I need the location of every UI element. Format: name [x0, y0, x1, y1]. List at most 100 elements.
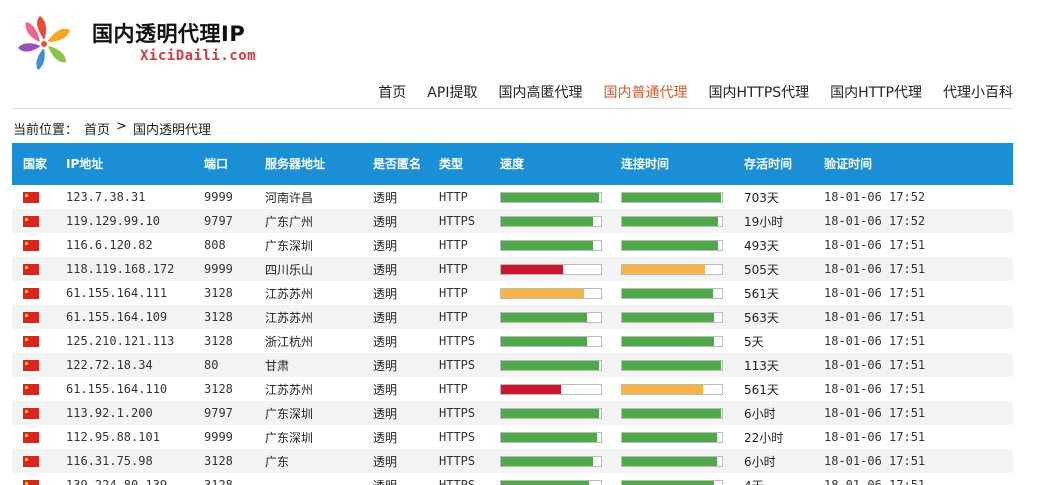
breadcrumb-home[interactable]: 首页 [84, 119, 110, 138]
china-flag-icon [23, 216, 39, 227]
location-cell[interactable]: 浙江杭州 [253, 329, 361, 353]
location-cell[interactable]: 广东深圳 [253, 401, 361, 425]
location-cell[interactable] [253, 473, 361, 485]
table-row[interactable]: 112.95.88.101 9999 广东深圳 透明 HTTPS 22小时 18-01-06… [12, 425, 1013, 449]
speed-cell [488, 353, 609, 377]
location-cell[interactable]: 广东深圳 [253, 233, 361, 257]
ip-cell[interactable]: 125.210.121.113 [54, 329, 192, 353]
header-port: 端口 [204, 156, 229, 171]
country-cell [12, 305, 54, 329]
connect-bar [621, 455, 723, 467]
table-row[interactable]: 139.224.80.139 3128 透明 HTTPS 4天 18-01-06 17:5… [12, 473, 1013, 485]
ip-cell[interactable]: 119.129.99.10 [54, 209, 192, 233]
nav-high-anonymous[interactable]: 国内高匿代理 [498, 82, 582, 102]
ip-cell[interactable]: 61.155.164.110 [54, 377, 192, 401]
speed-bar [500, 287, 602, 299]
table-row[interactable]: 61.155.164.109 3128 江苏苏州 透明 HTTP 563天 18-01-06… [12, 305, 1013, 329]
speed-cell [488, 305, 609, 329]
type-cell: HTTPS [439, 358, 476, 372]
country-cell [12, 209, 54, 233]
verified-cell: 18-01-06 17:51 [824, 430, 926, 444]
china-flag-icon [23, 408, 39, 419]
type-cell: HTTPS [439, 334, 476, 348]
ip-cell[interactable]: 116.31.75.98 [54, 449, 192, 473]
type-cell: HTTPS [439, 478, 476, 485]
table-row[interactable]: 61.155.164.110 3128 江苏苏州 透明 HTTP 561天 18-01-06… [12, 377, 1013, 401]
table-row[interactable]: 116.31.75.98 3128 广东 透明 HTTPS 6小时 18-01-06 17:… [12, 449, 1013, 473]
port-cell: 3128 [204, 478, 233, 485]
ip-cell[interactable]: 123.7.38.31 [54, 185, 192, 209]
anonymous-cell: 透明 [373, 190, 398, 205]
speed-bar-fill [501, 216, 593, 226]
alive-cell: 6小时 [744, 406, 776, 421]
ip-cell[interactable]: 61.155.164.109 [54, 305, 192, 329]
ip-cell[interactable]: 139.224.80.139 [54, 473, 192, 485]
nav-wiki[interactable]: 代理小百科 [943, 82, 1013, 102]
breadcrumb: 当前位置： 首页 > 国内透明代理 [13, 119, 211, 138]
nav-api[interactable]: API提取 [427, 82, 477, 102]
china-flag-icon [23, 240, 39, 251]
speed-cell [488, 185, 609, 209]
nav-home[interactable]: 首页 [378, 82, 406, 102]
header-type: 类型 [439, 156, 464, 171]
verified-cell: 18-01-06 17:51 [824, 238, 926, 252]
main-nav: 首页 API提取 国内高匿代理 国内普通代理 国内HTTPS代理 国内HTTP代… [378, 82, 1013, 102]
nav-http-proxy[interactable]: 国内HTTP代理 [830, 82, 922, 102]
country-cell [12, 425, 54, 449]
location-cell[interactable]: 广东 [253, 449, 361, 473]
ip-cell[interactable]: 112.95.88.101 [54, 425, 192, 449]
anonymous-cell: 透明 [373, 214, 398, 229]
site-logo-icon[interactable] [12, 12, 76, 76]
location-cell[interactable]: 河南许昌 [253, 185, 361, 209]
alive-cell: 4天 [732, 473, 812, 485]
ip-cell[interactable]: 61.155.164.111 [54, 281, 192, 305]
breadcrumb-separator: > [116, 119, 127, 134]
connect-cell [609, 449, 732, 473]
location-cell[interactable]: 江苏苏州 [253, 281, 361, 305]
speed-bar-fill [501, 240, 593, 250]
ip-cell[interactable]: 118.119.168.172 [54, 257, 192, 281]
connect-cell [609, 185, 732, 209]
speed-bar-fill [501, 384, 561, 394]
table-row[interactable]: 123.7.38.31 9999 河南许昌 透明 HTTP 703天 18-01-06 17… [12, 185, 1013, 209]
table-row[interactable]: 113.92.1.200 9797 广东深圳 透明 HTTPS 6小时 18-01-06 1… [12, 401, 1013, 425]
breadcrumb-current: 国内透明代理 [132, 123, 211, 138]
ip-cell[interactable]: 116.6.120.82 [54, 233, 192, 257]
type-cell: HTTP [439, 382, 468, 396]
nav-normal-proxy[interactable]: 国内普通代理 [603, 82, 687, 102]
nav-https-proxy[interactable]: 国内HTTPS代理 [708, 82, 809, 102]
location-cell[interactable]: 广东深圳 [253, 425, 361, 449]
alive-cell: 493天 [744, 238, 779, 253]
connect-bar-fill [622, 216, 718, 226]
location-cell[interactable]: 甘肃 [253, 353, 361, 377]
speed-bar-fill [501, 312, 587, 322]
connect-bar-fill [622, 480, 714, 485]
speed-cell [488, 209, 609, 233]
china-flag-icon [23, 456, 39, 467]
location-cell[interactable]: 广东广州 [253, 209, 361, 233]
port-cell: 3128 [204, 286, 233, 300]
port-cell: 3128 [204, 334, 233, 348]
table-row[interactable]: 116.6.120.82 808 广东深圳 透明 HTTP 493天 18-01-06 17… [12, 233, 1013, 257]
connect-cell [609, 377, 732, 401]
verified-cell: 18-01-06 17:51 [824, 454, 926, 468]
connect-bar [621, 335, 723, 347]
speed-bar-fill [501, 408, 599, 418]
table-row[interactable]: 122.72.18.34 80 甘肃 透明 HTTPS 113天 18-01-06 17:5… [12, 353, 1013, 377]
table-row[interactable]: 125.210.121.113 3128 浙江杭州 透明 HTTPS 5天 18-01-06… [12, 329, 1013, 353]
table-row[interactable]: 61.155.164.111 3128 江苏苏州 透明 HTTP 561天 18-01-06… [12, 281, 1013, 305]
speed-cell [488, 425, 609, 449]
location-cell[interactable]: 四川乐山 [253, 257, 361, 281]
port-cell: 9797 [204, 406, 233, 420]
table-row[interactable]: 118.119.168.172 9999 四川乐山 透明 HTTP 505天 18-01-0… [12, 257, 1013, 281]
table-row[interactable]: 119.129.99.10 9797 广东广州 透明 HTTPS 19小时 18-01-06… [12, 209, 1013, 233]
speed-bar-fill [501, 336, 587, 346]
location-cell[interactable]: 江苏苏州 [253, 305, 361, 329]
ip-cell[interactable]: 122.72.18.34 [54, 353, 192, 377]
location-cell[interactable]: 江苏苏州 [253, 377, 361, 401]
header-divider [12, 108, 1013, 109]
connect-cell [609, 233, 732, 257]
connect-bar [621, 479, 723, 485]
ip-cell[interactable]: 113.92.1.200 [54, 401, 192, 425]
type-cell: HTTPS [439, 454, 476, 468]
